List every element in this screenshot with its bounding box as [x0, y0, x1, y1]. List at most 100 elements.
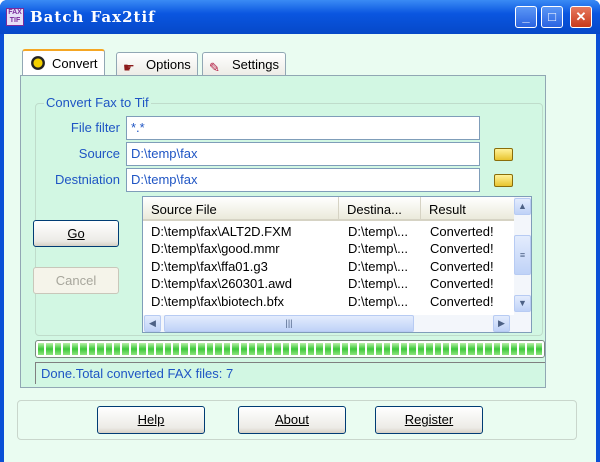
register-button[interactable]: Register: [375, 406, 483, 434]
tab-settings[interactable]: ✎ Settings: [202, 52, 286, 76]
cell-destination: D:\temp\...: [348, 241, 408, 256]
progress-segment: [248, 343, 256, 355]
cell-result: Converted!: [430, 276, 494, 291]
go-label: Go: [67, 226, 85, 241]
tab-convert[interactable]: Convert: [22, 49, 105, 76]
progress-segment: [265, 343, 273, 355]
progress-segment: [367, 343, 374, 355]
scroll-left-icon[interactable]: ◀: [144, 315, 161, 332]
progress-segment: [426, 343, 433, 355]
progress-segment: [409, 343, 416, 355]
progress-segment: [518, 343, 526, 355]
progress-segment: [443, 343, 450, 355]
source-input[interactable]: D:\temp\fax: [126, 142, 480, 166]
progress-segment: [459, 343, 467, 355]
tab-label: Convert: [52, 56, 98, 71]
tab-label: Settings: [232, 57, 279, 72]
list-row[interactable]: D:\temp\fax\ALT2D.FXM D:\temp\... Converte…: [143, 223, 513, 240]
column-header-destination[interactable]: Destina...: [339, 197, 421, 221]
progress-segment: [223, 343, 231, 355]
cancel-button[interactable]: Cancel: [33, 267, 119, 294]
file-filter-input[interactable]: *.*: [126, 116, 480, 140]
results-list[interactable]: Source File Destina... Result D:\temp\fa…: [142, 196, 532, 333]
scroll-thumb[interactable]: ≡: [514, 235, 531, 275]
about-button[interactable]: About: [238, 406, 346, 434]
list-row[interactable]: D:\temp\fax\good.mmr D:\temp\... Converted…: [143, 240, 513, 257]
cell-source: D:\temp\fax\ffa01.g3: [151, 259, 268, 274]
progress-segment: [105, 343, 112, 355]
column-header-source[interactable]: Source File: [143, 197, 339, 221]
progress-segment: [291, 343, 298, 355]
progress-segment: [113, 343, 121, 355]
cell-source: D:\temp\fax\ALT2D.FXM: [151, 224, 292, 239]
progress-segment: [400, 343, 408, 355]
scroll-right-icon[interactable]: ▶: [493, 315, 510, 332]
progress-segment: [63, 343, 70, 355]
close-button[interactable]: ✕: [570, 6, 592, 28]
progress-segment: [54, 343, 62, 355]
window: FAX TIF Batch Fax2tif _ □ ✕ Convert ☛ Opti…: [0, 0, 600, 462]
progress-segment: [535, 343, 543, 355]
column-header-result[interactable]: Result: [421, 197, 515, 221]
go-button[interactable]: Go: [33, 220, 119, 247]
progress-segment: [502, 343, 509, 355]
progress-segment: [375, 343, 382, 355]
source-browse-folder-icon[interactable]: [494, 148, 513, 161]
list-row[interactable]: D:\temp\fax\260301.awd D:\temp\... Convert…: [143, 275, 513, 292]
cell-destination: D:\temp\...: [348, 276, 408, 291]
destination-input[interactable]: D:\temp\fax: [126, 168, 480, 192]
hand-icon: ☛: [123, 60, 135, 75]
progress-segment: [164, 343, 171, 355]
tab-options[interactable]: ☛ Options: [116, 52, 198, 76]
list-row[interactable]: D:\temp\fax\biotech.bfx D:\temp\... Conver…: [143, 293, 513, 310]
help-label: Help: [137, 412, 165, 427]
cell-result: Converted!: [430, 224, 494, 239]
group-title: Convert Fax to Tif: [44, 95, 151, 110]
maximize-button[interactable]: □: [541, 6, 563, 28]
progress-segment: [527, 343, 534, 355]
destination-browse-folder-icon[interactable]: [494, 174, 513, 187]
progress-segment: [383, 343, 391, 355]
vertical-scrollbar[interactable]: ▲ ≡ ▼: [514, 197, 531, 315]
progress-segment: [341, 343, 349, 355]
scroll-up-icon[interactable]: ▲: [514, 198, 531, 215]
title-bar[interactable]: FAX TIF Batch Fax2tif _ □ ✕: [0, 0, 600, 34]
cell-result: Converted!: [430, 294, 494, 309]
progress-segment: [71, 343, 79, 355]
minimize-button[interactable]: _: [515, 6, 537, 28]
progress-segment: [206, 343, 214, 355]
progress-segment: [189, 343, 197, 355]
progress-segment: [510, 343, 517, 355]
progress-segment: [173, 343, 180, 355]
convert-panel: Convert Fax to Tif File filter *.* Sourc…: [20, 75, 546, 388]
progress-segment: [358, 343, 366, 355]
progress-segment: [476, 343, 484, 355]
destination-label: Destniation: [54, 172, 120, 187]
progress-segment: [333, 343, 340, 355]
horizontal-scrollbar[interactable]: ◀ ||| ▶: [143, 315, 531, 332]
scroll-down-icon[interactable]: ▼: [514, 295, 531, 312]
cell-source: D:\temp\fax\260301.awd: [151, 276, 292, 291]
cell-destination: D:\temp\...: [348, 224, 408, 239]
cell-result: Converted!: [430, 259, 494, 274]
file-filter-label: File filter: [70, 120, 120, 135]
progress-segment: [324, 343, 332, 355]
progress-segment: [299, 343, 306, 355]
progress-segment: [350, 343, 357, 355]
progress-segment: [274, 343, 281, 355]
progress-segment: [434, 343, 441, 355]
tab-label: Options: [146, 57, 191, 72]
app-icon: FAX TIF: [6, 8, 24, 26]
progress-segment: [198, 343, 205, 355]
progress-segment: [468, 343, 475, 355]
scroll-thumb[interactable]: |||: [164, 315, 414, 332]
progress-segment: [130, 343, 138, 355]
progress-segment: [232, 343, 239, 355]
progress-segment: [156, 343, 163, 355]
help-button[interactable]: Help: [97, 406, 205, 434]
progress-segment: [122, 343, 129, 355]
progress-segment: [181, 343, 188, 355]
progress-segment: [392, 343, 399, 355]
progress-segment: [88, 343, 96, 355]
list-row[interactable]: D:\temp\fax\ffa01.g3 D:\temp\... Converted…: [143, 258, 513, 275]
